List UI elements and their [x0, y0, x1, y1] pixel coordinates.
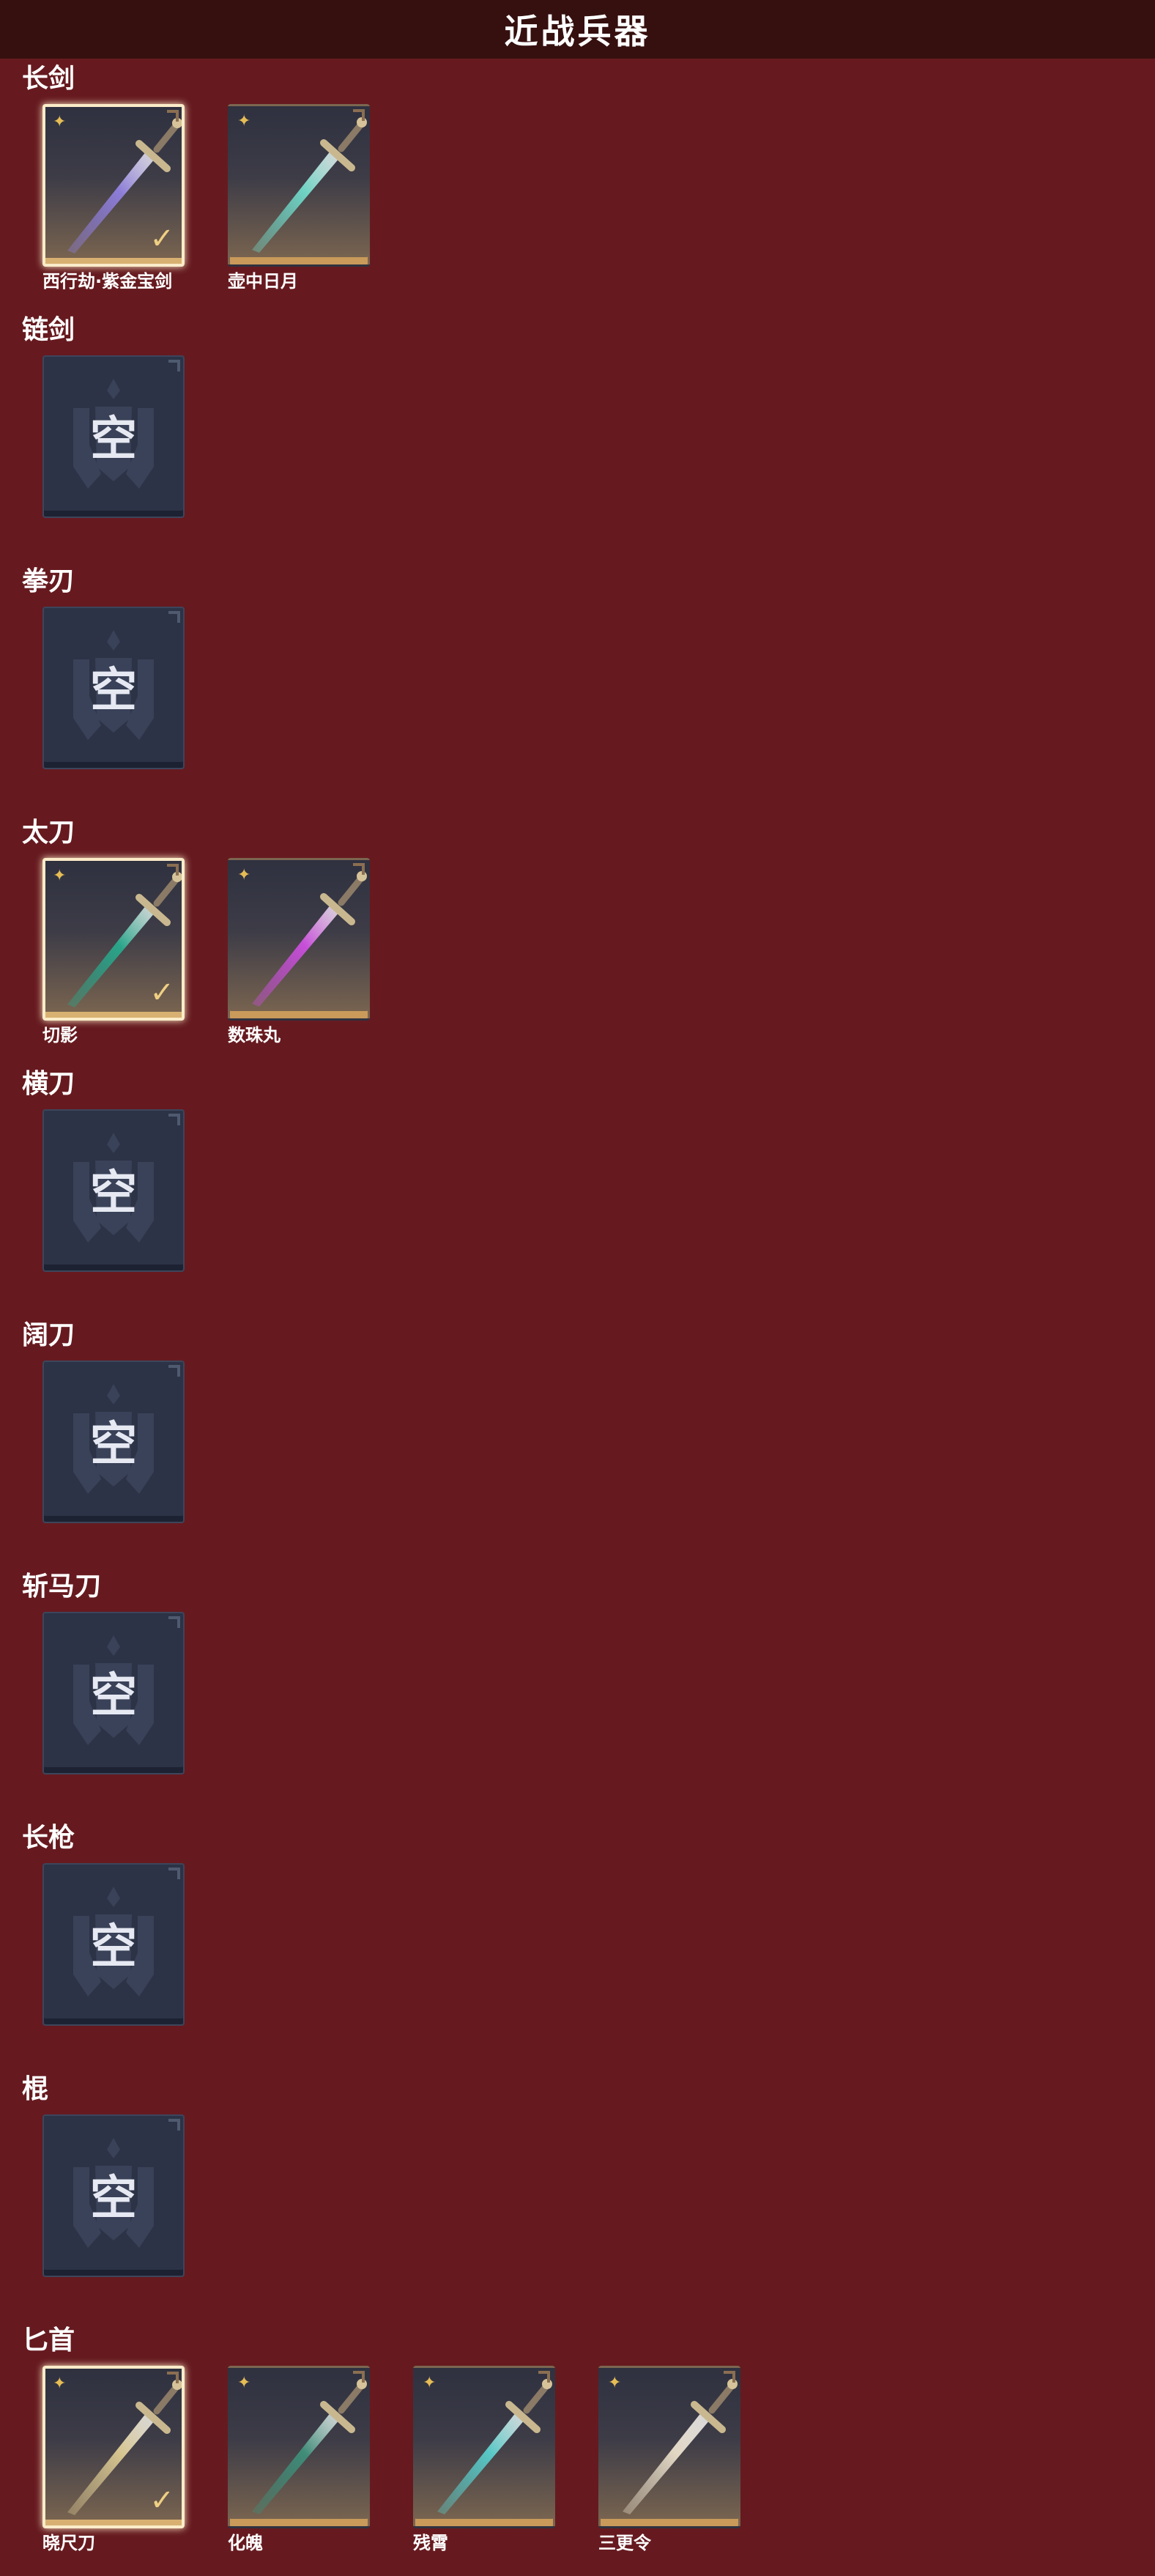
weapon-image: [623, 2379, 738, 2514]
empty-label: 空: [90, 2172, 137, 2226]
empty-label: 空: [90, 1418, 137, 1472]
weapon-name: 壶中日月: [228, 271, 298, 292]
checkmark-icon: ✓: [149, 976, 174, 1010]
weapon-name: 残霄: [413, 2533, 448, 2553]
weapon-card[interactable]: ✦: [228, 858, 370, 1021]
corner-bracket-icon: [167, 110, 179, 122]
four-point-star-icon: ✦: [423, 2374, 437, 2392]
corner-bracket-icon: [167, 864, 179, 876]
category-label: 匕首: [22, 2325, 75, 2355]
empty-slot[interactable]: 空: [42, 1612, 185, 1774]
weapon-card[interactable]: ✦ ✓: [42, 2366, 185, 2528]
category-label: 斩马刀: [22, 1572, 102, 1602]
weapon-card[interactable]: ✦: [228, 2366, 370, 2528]
weapon-slot[interactable]: ✦ 化魄: [228, 2366, 370, 2553]
empty-slot[interactable]: 空: [42, 607, 185, 769]
weapon-category: 匕首 ✦ ✓ 晓尺刀 ✦ 化魄 ✦ 残霄 ✦ 三更令: [0, 2325, 1155, 2576]
category-label: 阔刀: [22, 1320, 75, 1350]
category-label: 横刀: [22, 1069, 75, 1099]
corner-bracket-icon: [724, 2371, 735, 2383]
empty-card[interactable]: 空: [42, 1863, 185, 2026]
weapon-category: 长剑 ✦ ✓ 西行劫·紫金宝剑 ✦ 壶中日月: [0, 63, 1155, 314]
empty-card[interactable]: 空: [42, 1612, 185, 1774]
weapon-slot[interactable]: ✦ 数珠丸: [228, 858, 370, 1045]
empty-label: 空: [90, 1669, 137, 1723]
weapon-card[interactable]: ✦ ✓: [42, 858, 185, 1021]
weapon-category: 拳刃空: [0, 566, 1155, 817]
corner-bracket-icon: [353, 2371, 365, 2383]
empty-slot[interactable]: 空: [42, 1361, 185, 1523]
weapon-card[interactable]: ✦: [413, 2366, 555, 2528]
weapon-image: [252, 2379, 367, 2514]
empty-card[interactable]: 空: [42, 2114, 185, 2277]
four-point-star-icon: ✦: [237, 866, 251, 884]
weapon-name: 数珠丸: [228, 1025, 281, 1045]
weapon-category: 横刀空: [0, 1068, 1155, 1320]
weapon-slot[interactable]: ✦ 残霄: [413, 2366, 555, 2553]
four-point-star-icon: ✦: [237, 112, 251, 130]
weapon-category: 链剑空: [0, 314, 1155, 566]
category-label: 拳刃: [22, 566, 75, 596]
empty-card[interactable]: 空: [42, 1361, 185, 1523]
weapon-category: 斩马刀空: [0, 1571, 1155, 1822]
weapon-name: 晓尺刀: [42, 2533, 95, 2553]
weapon-name: 三更令: [598, 2533, 651, 2553]
weapon-slot[interactable]: ✦ ✓ 西行劫·紫金宝剑: [42, 104, 185, 292]
weapon-slot[interactable]: ✦ 壶中日月: [228, 104, 370, 292]
weapon-slot[interactable]: ✦ ✓ 切影: [42, 858, 185, 1045]
empty-label: 空: [90, 412, 137, 467]
weapon-image: [252, 117, 367, 253]
weapon-category: 棍空: [0, 2073, 1155, 2325]
weapon-card[interactable]: ✦ ✓: [42, 104, 185, 267]
weapon-category: 阔刀空: [0, 1320, 1155, 1571]
weapon-name: 切影: [42, 1025, 78, 1045]
checkmark-icon: ✓: [149, 2484, 174, 2517]
corner-bracket-icon: [353, 109, 365, 121]
category-label: 长枪: [22, 1823, 75, 1853]
weapon-slot[interactable]: ✦ 三更令: [598, 2366, 740, 2553]
weapon-name: 化魄: [228, 2533, 263, 2553]
empty-label: 空: [90, 1166, 137, 1221]
four-point-star-icon: ✦: [53, 2375, 67, 2393]
empty-slot[interactable]: 空: [42, 1109, 185, 1272]
empty-card[interactable]: 空: [42, 1109, 185, 1272]
empty-label: 空: [90, 664, 137, 718]
four-point-star-icon: ✦: [53, 867, 67, 885]
empty-slot[interactable]: 空: [42, 2114, 185, 2277]
checkmark-icon: ✓: [149, 222, 174, 256]
four-point-star-icon: ✦: [53, 113, 67, 131]
weapon-image: [252, 871, 367, 1007]
weapon-category: 太刀 ✦ ✓ 切影 ✦ 数珠丸: [0, 817, 1155, 1068]
corner-bracket-icon: [353, 863, 365, 875]
weapon-image: [437, 2379, 552, 2514]
weapon-card[interactable]: ✦: [598, 2366, 740, 2528]
page-title: 近战兵器: [504, 12, 651, 51]
category-label: 太刀: [22, 818, 75, 848]
empty-slot[interactable]: 空: [42, 355, 185, 518]
category-label: 长剑: [22, 64, 75, 94]
empty-slot[interactable]: 空: [42, 1863, 185, 2026]
corner-bracket-icon: [538, 2371, 550, 2383]
four-point-star-icon: ✦: [608, 2374, 622, 2392]
four-point-star-icon: ✦: [237, 2374, 251, 2392]
category-label: 链剑: [22, 315, 75, 345]
weapon-slot[interactable]: ✦ ✓ 晓尺刀: [42, 2366, 185, 2553]
empty-card[interactable]: 空: [42, 355, 185, 518]
category-label: 棍: [22, 2074, 49, 2104]
empty-card[interactable]: 空: [42, 607, 185, 769]
weapon-card[interactable]: ✦: [228, 104, 370, 267]
corner-bracket-icon: [167, 2372, 179, 2383]
weapon-category: 长枪空: [0, 1822, 1155, 2073]
page-header: 近战兵器: [0, 0, 1155, 59]
weapon-name: 西行劫·紫金宝剑: [42, 271, 173, 292]
empty-label: 空: [90, 1920, 137, 1974]
